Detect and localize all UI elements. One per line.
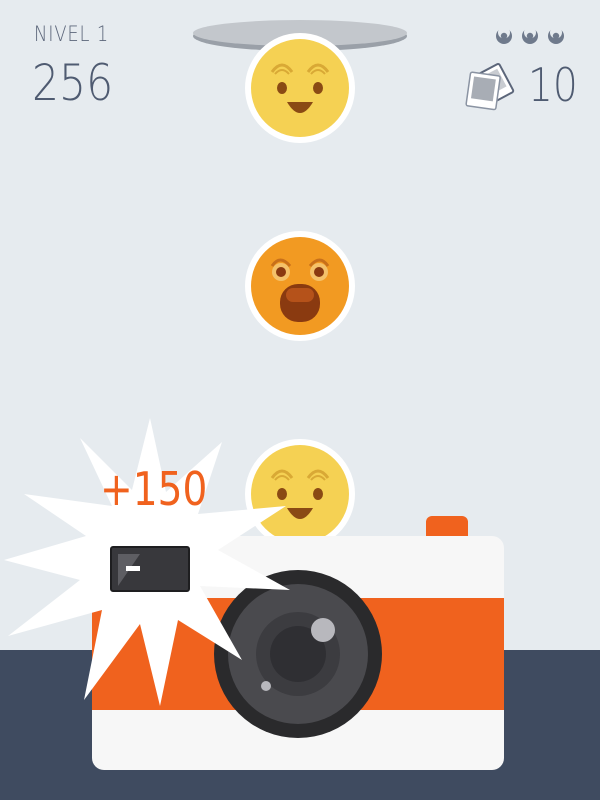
shocked-emoji[interactable] xyxy=(244,230,356,342)
life-icon xyxy=(522,26,538,44)
life-icon xyxy=(548,26,564,44)
life-icon xyxy=(496,26,512,44)
lives-indicator xyxy=(496,26,564,44)
happy-emoji[interactable] xyxy=(244,32,356,144)
level-label: NIVEL 1 xyxy=(34,22,110,46)
score-counter: 256 xyxy=(32,54,114,112)
photos-icon xyxy=(465,63,515,111)
points-popup: +150 xyxy=(100,462,208,516)
photo-counter: 10 xyxy=(528,58,578,112)
camera-viewfinder xyxy=(110,546,190,592)
